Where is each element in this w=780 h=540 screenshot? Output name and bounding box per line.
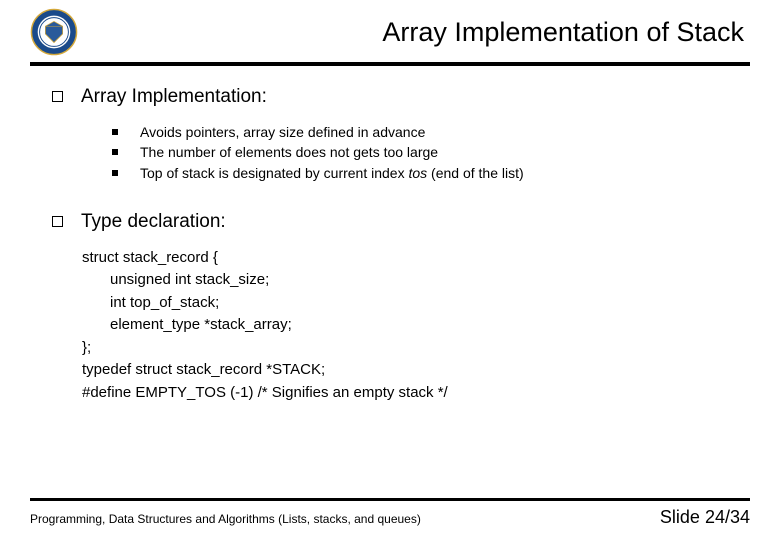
bullet-text: Top of stack is designated by current in… (140, 163, 728, 183)
code-line: struct stack_record { (82, 247, 728, 270)
code-line: unsigned int stack_size; (82, 269, 728, 292)
code-line: element_type *stack_array; (82, 314, 728, 337)
slide-title: Array Implementation of Stack (78, 17, 750, 48)
heading-text: Array Implementation: (81, 86, 267, 108)
footer-course-name: Programming, Data Structures and Algorit… (30, 512, 421, 526)
institution-seal-logo (30, 8, 78, 56)
list-item: Avoids pointers, array size defined in a… (112, 122, 728, 142)
bullet-text: The number of elements does not gets too… (140, 142, 728, 162)
code-block: struct stack_record { unsigned int stack… (82, 247, 728, 405)
footer-row: Programming, Data Structures and Algorit… (30, 507, 750, 528)
bullet-text: Avoids pointers, array size defined in a… (140, 122, 728, 142)
list-item: Top of stack is designated by current in… (112, 163, 728, 183)
slide-number: Slide 24/34 (660, 507, 750, 528)
square-bullet-icon (112, 149, 118, 155)
section-heading-2: Type declaration: (52, 211, 728, 233)
square-bullet-icon (112, 170, 118, 176)
slide-footer: Programming, Data Structures and Algorit… (30, 498, 750, 528)
sub-bullet-list: Avoids pointers, array size defined in a… (112, 122, 728, 183)
code-line: typedef struct stack_record *STACK; (82, 359, 728, 382)
code-line: int top_of_stack; (82, 292, 728, 315)
hollow-square-bullet-icon (52, 91, 63, 102)
slide-content: Array Implementation: Avoids pointers, a… (0, 66, 780, 404)
slide-header: Array Implementation of Stack (0, 0, 780, 56)
hollow-square-bullet-icon (52, 216, 63, 227)
footer-divider (30, 498, 750, 501)
heading-text: Type declaration: (81, 211, 226, 233)
code-line: }; (82, 337, 728, 360)
section-heading-1: Array Implementation: (52, 86, 728, 108)
square-bullet-icon (112, 129, 118, 135)
list-item: The number of elements does not gets too… (112, 142, 728, 162)
code-line: #define EMPTY_TOS (-1) /* Signifies an e… (82, 382, 728, 405)
